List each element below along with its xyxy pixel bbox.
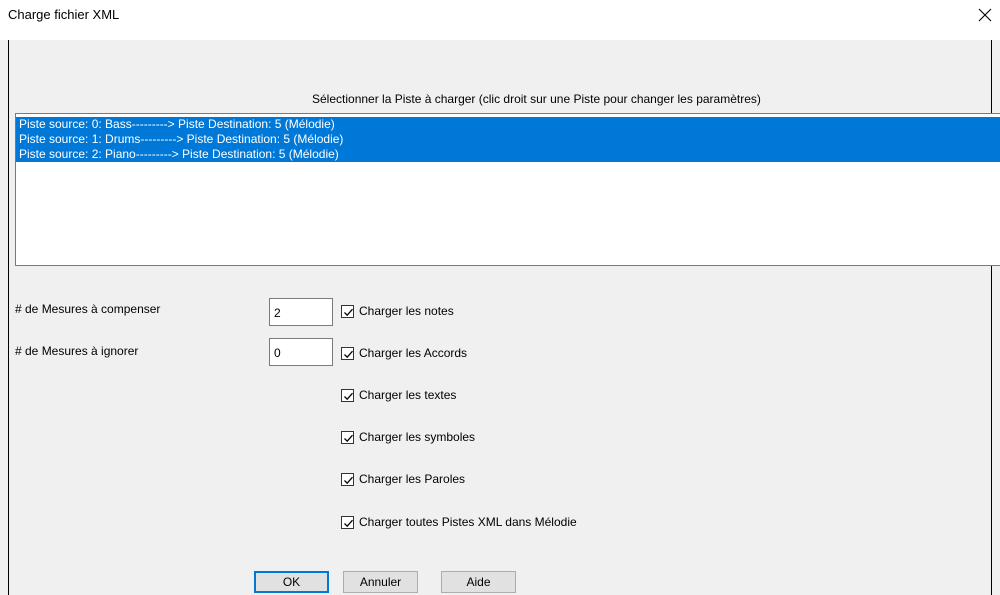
load-lyrics-option[interactable]: Charger les Paroles: [341, 471, 465, 487]
track-list-item[interactable]: Piste source: 0: Bass---------> Piste De…: [16, 117, 1000, 132]
load-notes-checkbox[interactable]: [341, 304, 354, 318]
load-symbols-option[interactable]: Charger les symboles: [341, 429, 475, 445]
checkmark-icon: [344, 519, 353, 527]
load-all-tracks-melody-option[interactable]: Charger toutes Pistes XML dans Mélodie: [341, 514, 577, 530]
load-notes-option[interactable]: Charger les notes: [341, 303, 454, 319]
load-chords-checkbox[interactable]: [341, 346, 354, 360]
offset-bars-input[interactable]: [269, 298, 333, 326]
load-chords-option[interactable]: Charger les Accords: [341, 345, 467, 361]
load-texts-checkbox[interactable]: [341, 388, 354, 402]
help-button[interactable]: Aide: [441, 571, 516, 593]
load-notes-label: Charger les notes: [359, 304, 454, 318]
track-list-item[interactable]: Piste source: 2: Piano---------> Piste D…: [16, 147, 1000, 162]
title-bar: Charge fichier XML: [0, 0, 1000, 40]
load-symbols-label: Charger les symboles: [359, 430, 476, 444]
checkmark-icon: [344, 392, 353, 400]
close-button[interactable]: [972, 4, 998, 26]
load-lyrics-checkbox[interactable]: [341, 472, 354, 486]
load-all-tracks-melody-label: Charger toutes Pistes XML dans Mélodie: [359, 515, 577, 529]
close-icon: [978, 8, 992, 22]
load-lyrics-label: Charger les Paroles: [359, 472, 466, 486]
load-texts-option[interactable]: Charger les textes: [341, 387, 456, 403]
ignore-bars-input[interactable]: [269, 338, 333, 366]
checkmark-icon: [344, 476, 353, 484]
checkmark-icon: [344, 434, 353, 442]
ignore-bars-label: # de Mesures à ignorer: [15, 344, 139, 358]
track-list-item[interactable]: Piste source: 1: Drums---------> Piste D…: [16, 132, 1000, 147]
window-left-border: [8, 40, 9, 595]
ok-button[interactable]: OK: [254, 571, 329, 593]
xml-load-dialog: Charge fichier XML Sélectionner la Piste…: [0, 0, 1000, 595]
track-list-caption: Sélectionner la Piste à charger (clic dr…: [312, 92, 761, 106]
load-symbols-checkbox[interactable]: [341, 430, 354, 444]
track-listbox[interactable]: Piste source: 0: Bass---------> Piste De…: [15, 113, 1000, 266]
window-title: Charge fichier XML: [8, 7, 120, 22]
load-texts-label: Charger les textes: [359, 388, 457, 402]
load-all-tracks-melody-checkbox[interactable]: [341, 515, 354, 529]
checkmark-icon: [344, 308, 353, 316]
offset-bars-label: # de Mesures à compenser: [15, 302, 161, 316]
load-chords-label: Charger les Accords: [359, 346, 468, 360]
checkmark-icon: [344, 350, 353, 358]
cancel-button[interactable]: Annuler: [343, 571, 418, 593]
